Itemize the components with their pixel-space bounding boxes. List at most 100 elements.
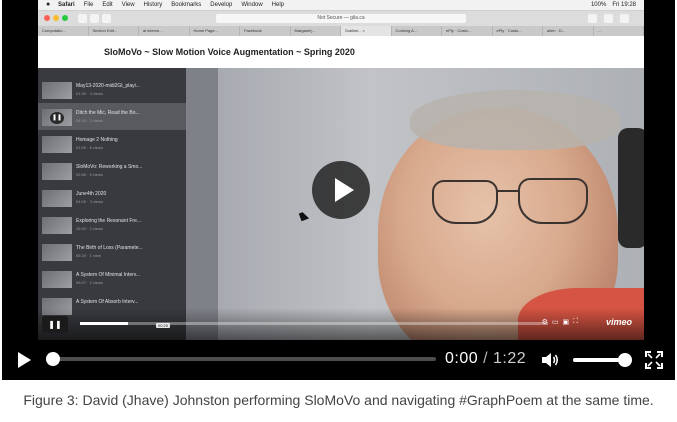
duration: 1:22 [493,350,527,367]
playlist-item: Exploring the Resonant Fre... 15:20 · 2 v… [38,211,186,238]
playlist-item-title: A System Of Minimal Interv... [76,272,141,278]
airplay-icon: ▭ [551,319,559,326]
time-display: 0:00 / 1:22 [445,350,526,368]
browser-tab: Home Page... [190,26,240,36]
playlist-item: A System Of Minimal Interv... 06:07 · 2 v… [38,265,186,292]
battery-text: 100% [590,2,607,8]
vimeo-controls: ❚❚ 00:29 ⚙ ▭ ▣ ⛶ vimeo [38,308,644,340]
playlist-thumbnail [42,244,72,261]
settings-icon: ⚙ [541,319,548,326]
menu-item: View [121,2,135,8]
close-window-icon [44,15,50,21]
fullscreen-icon[interactable] [645,351,663,369]
glasses-right-lens [518,178,588,224]
playlist-item-meta: 06:07 · 2 views [76,280,103,285]
forward-button [90,14,99,23]
browser-tab: allen · D... [543,26,594,36]
address-bar: Not Secure — glia.ca [216,14,466,23]
browser-tab: ... [594,26,644,36]
playlist-thumbnail [42,136,72,153]
current-time: 0:00 [445,350,479,367]
volume-slider[interactable] [573,353,632,367]
fullscreen-small-icon: ⛶ [573,318,578,325]
playlist-item-title: May13-2020-midi2Gt_playi... [76,83,140,89]
browser-tab: ai interve... [139,26,190,36]
vimeo-time-bubble: 00:29 [156,323,171,328]
page-header: SloMoVo ~ Slow Motion Voice Augmentation… [38,36,644,68]
clock-text: Fri 19:28 [612,2,636,8]
page-title: SloMoVo ~ Slow Motion Voice Augmentation… [104,47,355,57]
mac-menubar: ● Safari File Edit View History Bookmarks Deve… [38,0,644,11]
browser-tab: Section Edit... [89,26,139,36]
playlist-item-meta: 01:35 · 4 views [76,91,103,96]
menu-item: File [83,2,94,8]
browser-tab: Cooking A... [392,26,442,36]
vimeo-logo: vimeo [605,317,632,327]
playlist-thumbnail [42,190,72,207]
browser-tab: ePly · Custo... [442,26,493,36]
menu-item: History [143,2,163,8]
volume-icon[interactable] [540,350,560,370]
menu-item: Bookmarks [171,2,202,8]
glasses-bridge [497,190,519,192]
menu-item: Help [271,2,284,8]
vimeo-progress-fill [80,322,128,325]
browser-tab: Facebook [240,26,291,36]
menu-item: Window [241,2,263,8]
video-frame[interactable]: ● Safari File Edit View History Bookmarks Deve… [2,0,675,380]
menu-item: Develop [210,2,233,8]
pause-icon: ❚❚ [50,112,64,124]
browser-tab: Sublimi... × [341,26,392,36]
player-controls: 0:00 / 1:22 [2,340,675,380]
window-controls [44,15,68,21]
browser-tab: Margaret(... [291,26,341,36]
tabs-button [604,14,613,23]
playlist-item-meta: 02:56 · 5 views [76,172,103,177]
progress-handle[interactable] [46,352,60,366]
glasses-left-lens [432,180,498,224]
figure: ● Safari File Edit View History Bookmarks Deve… [0,0,677,422]
playlist-panel: May13-2020-midi2Gt_playi... 01:35 · 4 vie… [38,68,186,340]
vimeo-progress-track: 00:29 [80,322,548,328]
playlist-thumbnail [42,217,72,234]
playlist-item-title: Homage 2 Nothing [76,137,118,143]
play-pause-button[interactable] [14,350,34,370]
progress-bar[interactable] [46,352,436,366]
playlist-item-meta: 01:26 · 6 views [76,145,103,150]
playlist-item: June4th 2020 04:05 · 3 views [38,184,186,211]
menu-item: Safari [58,2,75,8]
playlist-item: SloMoVo: Reworking a Smo... 02:56 · 5 vie… [38,157,186,184]
playlist-thumbnail [42,163,72,180]
playlist-item: The Birth of Loss (Paramete... 05:20 · 1 … [38,238,186,265]
playlist-item-title: June4th 2020 [76,191,107,197]
status-area: 100% Fri 19:28 [591,2,636,8]
apple-icon: ● [46,1,51,8]
time-separator: / [483,350,489,367]
big-play-button[interactable] [312,161,370,219]
minimize-window-icon [53,15,59,21]
new-tab-button [620,14,629,23]
figure-caption: Figure 3: David (Jhave) Johnston perform… [23,392,654,408]
playlist-item: May13-2020-midi2Gt_playi... 01:35 · 4 vie… [38,76,186,103]
volume-handle[interactable] [617,353,632,367]
playlist-item-title: Ditch the Mic, Read the Bo... [76,110,140,116]
headphone [618,128,644,248]
playlist-item-title: Exploring the Resonant Fre... [76,218,142,224]
playlist-item-meta: 04:19 · 3 views [76,118,103,123]
playlist-item-meta: 04:05 · 3 views [76,199,103,204]
playlist-thumbnail [42,271,72,288]
zoom-window-icon [62,15,68,21]
sidebar-button [102,14,111,23]
playlist-item-meta: 15:20 · 2 views [76,226,103,231]
playlist-item-title: A System Of Absorb Interv... [76,299,139,305]
browser-toolbar: Not Secure — glia.ca [38,11,644,26]
menu-item: Edit [102,2,113,8]
play-icon [335,178,354,202]
browser-tab: Computatio... [38,26,89,36]
browser-tab: ePly · Custo... [493,26,543,36]
playlist-thumbnail [42,82,72,99]
vimeo-icons: ⚙ ▭ ▣ ⛶ [542,318,578,326]
volume-fill [573,358,625,362]
share-button [588,14,597,23]
pip-icon: ▣ [562,319,570,326]
